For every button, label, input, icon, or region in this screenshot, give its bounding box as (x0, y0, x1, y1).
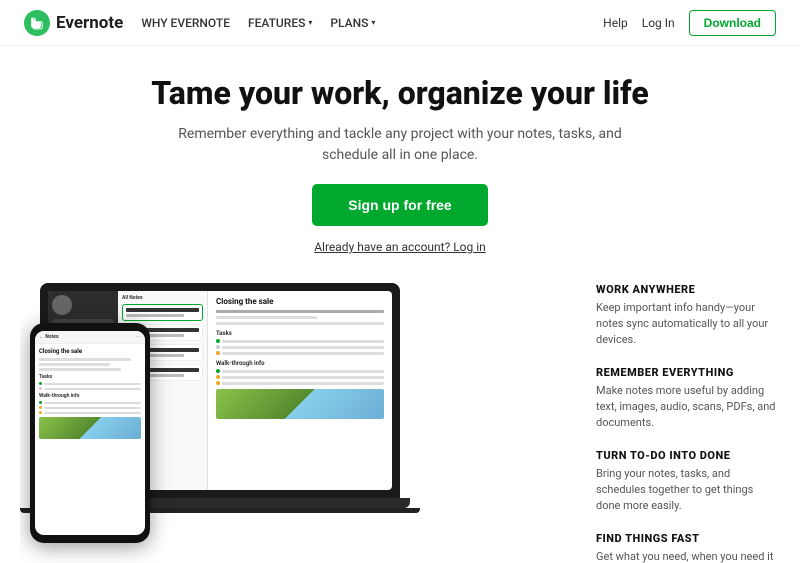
download-button[interactable]: Download (689, 10, 776, 36)
feature-title-1: WORK ANYWHERE (596, 283, 780, 296)
section-title: Tasks (216, 330, 384, 337)
hero-section: Tame your work, organize your life Remem… (0, 46, 800, 273)
signup-button[interactable]: Sign up for free (312, 184, 487, 226)
phone-b-dot-4 (39, 406, 42, 409)
devices-area: All Notes (20, 273, 580, 563)
phone-section-2: Walk-through info (39, 393, 141, 399)
bullet-line-2 (222, 346, 384, 349)
nav-help[interactable]: Help (603, 16, 628, 30)
feature-title-2: REMEMBER EVERYTHING (596, 366, 780, 379)
navigation: Evernote WHY EVERNOTE FEATURES ▾ PLANS ▾… (0, 0, 800, 46)
hero-login-link[interactable]: Already have an account? Log in (314, 240, 486, 254)
nav-login[interactable]: Log In (642, 16, 675, 30)
feature-find-fast: FIND THINGS FAST Get what you need, when… (596, 532, 780, 563)
w-bullet-dot-2 (216, 375, 220, 379)
phone-b-line-5 (44, 412, 141, 414)
evernote-logo-icon (24, 10, 50, 36)
phone-b-line-3 (44, 402, 141, 404)
nav-links: WHY EVERNOTE FEATURES ▾ PLANS ▾ (141, 16, 603, 30)
phone-bullet-2 (39, 387, 141, 390)
walkthrough-bullet-1 (216, 369, 384, 373)
phone-bullet-1 (39, 382, 141, 385)
plans-arrow-icon: ▾ (371, 18, 375, 27)
feature-title-3: TURN TO-DO INTO DONE (596, 449, 780, 462)
hero-subtext: Remember everything and tackle any proje… (160, 124, 640, 166)
features-sidebar: WORK ANYWHERE Keep important info handy—… (580, 273, 780, 563)
phone-note-image (39, 417, 141, 439)
phone-b-line-1 (44, 383, 141, 385)
feature-remember-everything: REMEMBER EVERYTHING Make notes more usef… (596, 366, 780, 431)
w-bullet-dot-3 (216, 381, 220, 385)
walkthrough-bullet-2 (216, 375, 384, 379)
walkthrough-title: Walk-through info (216, 360, 384, 367)
nav-features[interactable]: FEATURES ▾ (248, 16, 312, 30)
feature-work-anywhere: WORK ANYWHERE Keep important info handy—… (596, 283, 780, 348)
logo-text: Evernote (56, 13, 123, 33)
note-section-walkthrough: Walk-through info (216, 360, 384, 385)
nav-plans[interactable]: PLANS ▾ (330, 16, 375, 30)
list-item-sub (126, 314, 184, 317)
phone-bullet-5 (39, 411, 141, 414)
feature-desc-2: Make notes more useful by adding text, i… (596, 383, 780, 431)
bullet-2 (216, 345, 384, 349)
list-item-title (126, 308, 199, 312)
note-list-item-1 (122, 304, 203, 321)
feature-desc-4: Get what you need, when you need it with… (596, 549, 780, 563)
note-line-1 (216, 310, 384, 313)
phone-b-dot-5 (39, 411, 42, 414)
note-line-3 (216, 322, 384, 325)
phone-b-line-4 (44, 407, 141, 409)
w-bullet-dot-1 (216, 369, 220, 373)
phone-line-1 (39, 358, 131, 361)
sidebar-avatar (52, 295, 72, 315)
nav-why-evernote[interactable]: WHY EVERNOTE (141, 16, 230, 30)
bullet-line-3 (222, 352, 384, 355)
bullet-dot-1 (216, 339, 220, 343)
phone-bullet-4 (39, 406, 141, 409)
phone-note-title: Closing the sale (39, 348, 141, 355)
phone-line-3 (39, 368, 121, 371)
bullet-1 (216, 339, 384, 343)
phone-section-1: Tasks (39, 374, 141, 380)
feature-todo: TURN TO-DO INTO DONE Bring your notes, t… (596, 449, 780, 514)
phone-b-dot-3 (39, 401, 42, 404)
hero-login-text: Already have an account? Log in (314, 240, 486, 254)
bullet-3 (216, 351, 384, 355)
bullet-dot-3 (216, 351, 220, 355)
w-bullet-line-2 (222, 376, 384, 379)
walkthrough-bullet-3 (216, 381, 384, 385)
phone-b-dot-2 (39, 387, 42, 390)
note-image (216, 389, 384, 419)
bullet-dot-2 (216, 345, 220, 349)
hero-headline: Tame your work, organize your life (20, 74, 780, 112)
bullet-line-1 (222, 340, 384, 343)
phone-header-icons: ⋯ (136, 334, 141, 340)
phone-screen: ← Notes ⋯ Closing the sale Tasks (35, 331, 145, 535)
phone-b-dot-1 (39, 382, 42, 385)
app-note-content: Closing the sale Tasks (208, 291, 392, 490)
features-arrow-icon: ▾ (308, 18, 312, 27)
feature-desc-3: Bring your notes, tasks, and schedules t… (596, 466, 780, 514)
phone-b-line-2 (44, 388, 141, 390)
main-content: All Notes (0, 273, 800, 563)
feature-title-4: FIND THINGS FAST (596, 532, 780, 545)
w-bullet-line-1 (222, 370, 384, 373)
phone-note-content: Closing the sale Tasks Walk-through info (35, 344, 145, 443)
phone-line-2 (39, 363, 110, 366)
w-bullet-line-3 (222, 382, 384, 385)
nav-right: Help Log In Download (603, 10, 776, 36)
note-title: Closing the sale (216, 297, 384, 306)
phone-mockup: ← Notes ⋯ Closing the sale Tasks (30, 323, 150, 543)
logo[interactable]: Evernote (24, 10, 123, 36)
phone-header-title: ← Notes (39, 334, 59, 340)
note-section-tasks: Tasks (216, 330, 384, 355)
note-line-2 (216, 316, 317, 319)
note-list-title: All Notes (122, 295, 203, 301)
feature-desc-1: Keep important info handy—your notes syn… (596, 300, 780, 348)
phone-bullet-3 (39, 401, 141, 404)
phone-app-header: ← Notes ⋯ (35, 331, 145, 344)
